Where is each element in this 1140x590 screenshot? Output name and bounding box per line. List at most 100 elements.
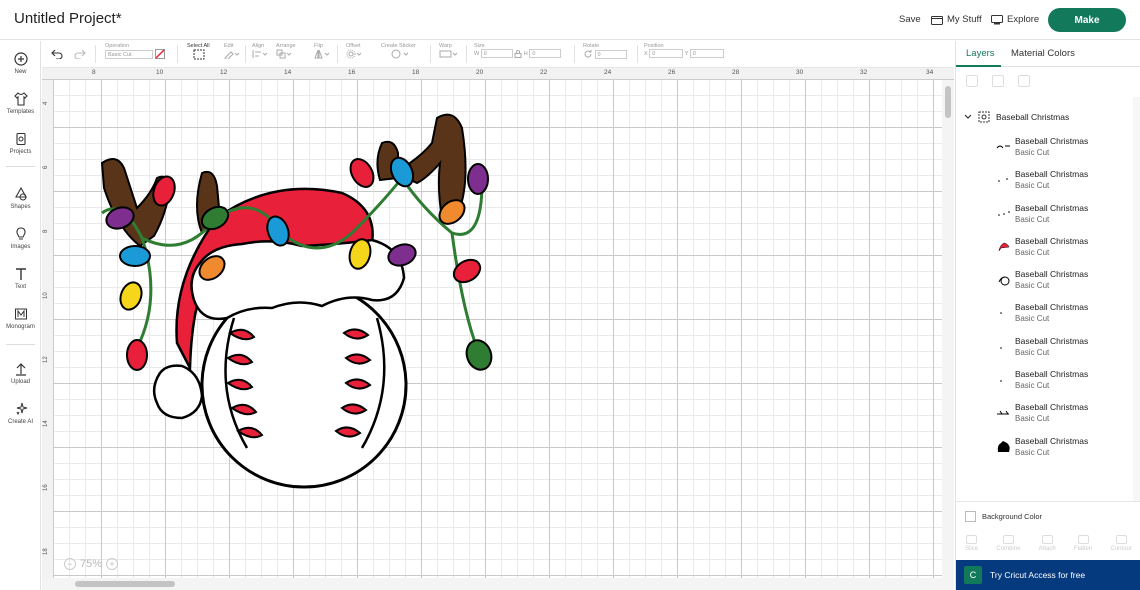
sidebar-item-new[interactable]: New	[0, 51, 41, 75]
width-input[interactable]: 0	[480, 49, 513, 58]
top-header: Untitled Project* Save My Stuff Explore …	[0, 0, 1140, 40]
design-canvas[interactable]: 8 10 12 14 16 18 20 22 24 26 28 30 32 34…	[42, 68, 954, 590]
background-color-row: Background Color	[956, 501, 1140, 531]
toolbar-divider	[245, 45, 246, 63]
layer-actions	[966, 75, 1030, 87]
height-input[interactable]: 0	[529, 49, 562, 58]
flip-icon	[314, 49, 330, 59]
combine-button[interactable]: Combine	[996, 531, 1020, 561]
save-button[interactable]: Save	[899, 14, 921, 25]
duplicate-icon[interactable]	[992, 75, 1004, 87]
select-all-group[interactable]: Select All	[187, 43, 210, 62]
vertical-scrollbar[interactable]	[942, 80, 954, 578]
create-sticker-group[interactable]: Create Sticker	[381, 43, 416, 61]
size-group: Size W 0 H 0	[474, 43, 562, 58]
my-stuff-button[interactable]: My Stuff	[931, 14, 982, 25]
projects-icon	[13, 131, 29, 147]
layer-thumbnail	[995, 273, 1013, 287]
sidebar-item-projects[interactable]: Projects	[0, 131, 41, 155]
sidebar-item-monogram[interactable]: Monogram	[0, 306, 41, 330]
sidebar-item-create-ai[interactable]: Create AI	[0, 401, 41, 425]
layer-list: Baseball Christmas Basic Cut Baseball Ch…	[956, 133, 1134, 466]
redo-icon[interactable]	[74, 49, 86, 59]
layer-thumbnail	[995, 306, 1013, 320]
sidebar-item-shapes[interactable]: Shapes	[0, 186, 41, 210]
shirt-icon	[13, 91, 29, 107]
plus-circle-icon	[13, 51, 29, 67]
layer-item[interactable]: Baseball Christmas Basic Cut	[956, 366, 1134, 399]
cricut-access-banner[interactable]: C Try Cricut Access for free	[956, 560, 1140, 590]
layer-item[interactable]: Baseball Christmas Basic Cut	[956, 333, 1134, 366]
warp-group[interactable]: Warp	[439, 43, 459, 61]
vertical-scroll-thumb[interactable]	[945, 86, 951, 118]
panel-scrollbar[interactable]	[1133, 97, 1140, 501]
background-color-checkbox[interactable]	[965, 511, 976, 522]
cricut-access-icon: C	[964, 566, 982, 584]
horizontal-scrollbar[interactable]	[42, 578, 954, 590]
chevron-down-icon[interactable]	[964, 114, 972, 120]
sidebar-divider	[6, 344, 35, 345]
flatten-icon	[1077, 535, 1089, 544]
horizontal-scroll-thumb[interactable]	[75, 581, 175, 587]
offset-group[interactable]: Offset	[346, 43, 362, 61]
monogram-icon	[13, 306, 29, 322]
layer-item[interactable]: Baseball Christmas Basic Cut	[956, 233, 1134, 266]
toolbar-divider	[430, 45, 431, 63]
layer-item[interactable]: Baseball Christmas Basic Cut	[956, 433, 1134, 466]
layer-item[interactable]: Baseball Christmas Basic Cut	[956, 200, 1134, 233]
pen-color-icon[interactable]	[154, 49, 165, 59]
undo-icon[interactable]	[51, 49, 63, 59]
layer-item[interactable]: Baseball Christmas Basic Cut	[956, 299, 1134, 332]
baseball-christmas-design[interactable]	[42, 68, 942, 578]
toolbar-divider	[466, 45, 467, 63]
zoom-value: 75%	[80, 558, 103, 570]
toolbar-divider	[95, 45, 96, 63]
explore-button[interactable]: Explore	[991, 14, 1039, 25]
zoom-out-icon[interactable]: −	[64, 558, 76, 570]
toolbar-divider	[637, 45, 638, 63]
project-title[interactable]: Untitled Project*	[14, 10, 122, 27]
sticker-icon	[391, 49, 409, 59]
edit-toolbar: Operation Basic Cut Select All Edit Alig…	[42, 41, 954, 68]
group-icon[interactable]	[966, 75, 978, 87]
layer-item[interactable]: Baseball Christmas Basic Cut	[956, 166, 1134, 199]
layer-item[interactable]: Baseball Christmas Basic Cut	[956, 133, 1134, 166]
position-group: Position X 0 Y 0	[644, 43, 724, 58]
rotate-input[interactable]: 0	[594, 49, 627, 59]
layer-item[interactable]: Baseball Christmas Basic Cut	[956, 399, 1134, 432]
layer-item[interactable]: Baseball Christmas Basic Cut	[956, 266, 1134, 299]
sidebar-item-upload[interactable]: Upload	[0, 361, 41, 385]
layer-thumbnail	[995, 440, 1013, 454]
layer-thumbnail	[995, 173, 1013, 187]
attach-button[interactable]: Attach	[1039, 531, 1056, 561]
sidebar-item-text[interactable]: Text	[0, 266, 41, 290]
operation-select[interactable]: Basic Cut	[105, 49, 153, 59]
sidebar-item-images[interactable]: Images	[0, 226, 41, 250]
edit-icon	[224, 51, 240, 61]
flatten-button[interactable]: Flatten	[1074, 531, 1092, 561]
y-position-input[interactable]: 0	[689, 49, 724, 58]
delete-icon[interactable]	[1018, 75, 1030, 87]
align-icon	[252, 50, 268, 58]
layer-group-header[interactable]: Baseball Christmas	[956, 107, 1140, 127]
make-button[interactable]: Make	[1048, 8, 1126, 32]
edit-group[interactable]: Edit	[224, 43, 240, 61]
rotate-icon	[584, 50, 592, 58]
contour-button[interactable]: Contour	[1111, 531, 1132, 561]
lock-icon[interactable]	[514, 49, 522, 58]
text-icon	[13, 266, 29, 282]
tab-layers[interactable]: Layers	[966, 48, 995, 59]
select-all-icon	[193, 49, 205, 60]
x-position-input[interactable]: 0	[649, 49, 684, 58]
align-group[interactable]: Align	[252, 43, 268, 61]
layers-panel: Layers Material Colors Baseball Christma…	[955, 41, 1140, 590]
zoom-in-icon[interactable]: +	[106, 558, 119, 570]
arrange-group[interactable]: Arrange	[276, 43, 296, 61]
tab-material-colors[interactable]: Material Colors	[1011, 48, 1075, 59]
shapes-icon	[13, 186, 29, 202]
sidebar-item-templates[interactable]: Templates	[0, 91, 41, 115]
panel-tabs: Layers Material Colors	[956, 41, 1140, 67]
slice-button[interactable]: Slice	[965, 531, 978, 561]
explore-icon	[991, 14, 1003, 24]
flip-group[interactable]: Flip	[314, 43, 330, 61]
